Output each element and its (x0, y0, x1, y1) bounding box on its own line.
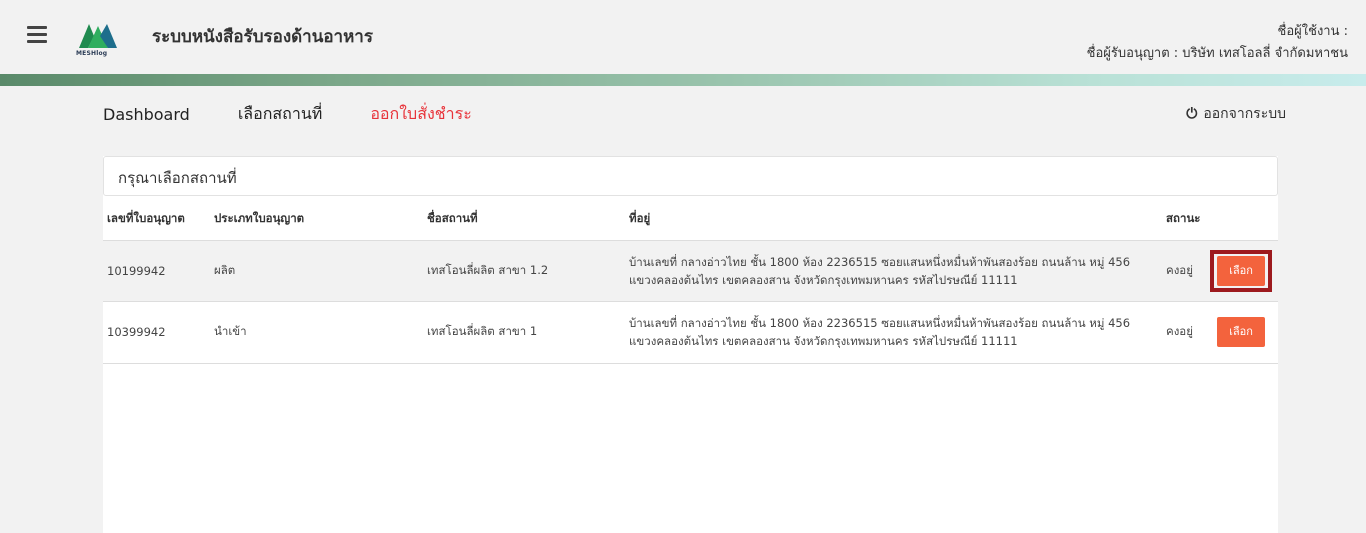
licensee-label: ชื่อผู้รับอนุญาต : บริษัท เทสโอลลี่ จำกั… (1086, 46, 1348, 61)
select-button[interactable]: เลือก (1217, 255, 1265, 286)
license-type-cell: นำเข้า (210, 301, 423, 364)
meshlog-logo: MESHlog (76, 20, 120, 58)
action-cell: เลือก (1206, 301, 1278, 364)
select-button-wrap: เลือก (1210, 311, 1272, 353)
top-bar: MESHlog ระบบหนังสือรับรองด้านอาหาร ชื่อผ… (0, 0, 1366, 74)
logout-label: ออกจากระบบ (1203, 106, 1286, 122)
address-cell: บ้านเลขที่ กลางอ่าวไทย ชั้น 1800 ห้อง 22… (625, 240, 1162, 302)
main-nav: Dashboard เลือกสถานที่ ออกใบสั่งชำระ (103, 102, 520, 127)
action-cell: เลือก (1206, 240, 1278, 302)
select-button-highlight: เลือก (1210, 249, 1272, 292)
logo-text: MESHlog (76, 50, 108, 57)
place-selection-panel: กรุณาเลือกสถานที่ เลขที่ใบอนุญาต ประเภทใ… (103, 156, 1278, 533)
nav-dashboard[interactable]: Dashboard (103, 105, 190, 124)
col-action (1206, 198, 1278, 241)
nav-select-place[interactable]: เลือกสถานที่ (238, 102, 323, 127)
nav-issue-payment[interactable]: ออกใบสั่งชำระ (370, 102, 471, 127)
table-row: 10399942 นำเข้า เทสโอนลี่ผลิต สาขา 1 บ้า… (103, 301, 1278, 364)
place-name-cell: เทสโอนลี่ผลิต สาขา 1.2 (423, 240, 625, 302)
app-title: ระบบหนังสือรับรองด้านอาหาร (152, 27, 373, 47)
table-header-row: เลขที่ใบอนุญาต ประเภทใบอนุญาต ชื่อสถานที… (103, 198, 1278, 241)
header-gradient-bar (0, 74, 1366, 86)
status-cell: คงอยู่ (1162, 240, 1206, 302)
place-table: เลขที่ใบอนุญาต ประเภทใบอนุญาต ชื่อสถานที… (103, 198, 1278, 364)
panel-title: กรุณาเลือกสถานที่ (103, 156, 1278, 196)
license-no-cell: 10199942 (103, 240, 210, 302)
address-line-2: แขวงคลองต้นไทร เขตคลองสาน จังหวัดกรุงเทพ… (629, 334, 1018, 348)
user-info: ชื่อผู้ใช้งาน : ชื่อผู้รับอนุญาต : บริษั… (1087, 21, 1348, 65)
power-icon: ⏻ (1186, 106, 1198, 122)
address-line-1: บ้านเลขที่ กลางอ่าวไทย ชั้น 1800 ห้อง 22… (629, 316, 1131, 330)
col-address: ที่อยู่ (625, 198, 1162, 241)
address-line-2: แขวงคลองต้นไทร เขตคลองสาน จังหวัดกรุงเทพ… (629, 272, 1018, 287)
license-type-cell: ผลิต (210, 240, 423, 302)
select-button[interactable]: เลือก (1217, 317, 1265, 347)
place-name-cell: เทสโอนลี่ผลิต สาขา 1 (423, 301, 625, 364)
col-status: สถานะ (1162, 198, 1206, 241)
license-no-cell: 10399942 (103, 301, 210, 364)
address-line-1: บ้านเลขที่ กลางอ่าวไทย ชั้น 1800 ห้อง 22… (629, 254, 1131, 269)
logout-button[interactable]: ⏻ ออกจากระบบ (1186, 103, 1286, 125)
status-cell: คงอยู่ (1162, 301, 1206, 364)
col-license-no: เลขที่ใบอนุญาต (103, 198, 210, 241)
table-row: 10199942 ผลิต เทสโอนลี่ผลิต สาขา 1.2 บ้า… (103, 240, 1278, 302)
hamburger-menu-icon[interactable] (27, 26, 47, 43)
col-license-type: ประเภทใบอนุญาต (210, 198, 423, 241)
address-cell: บ้านเลขที่ กลางอ่าวไทย ชั้น 1800 ห้อง 22… (625, 301, 1162, 364)
user-label: ชื่อผู้ใช้งาน : (1277, 24, 1348, 39)
col-place-name: ชื่อสถานที่ (423, 198, 625, 241)
